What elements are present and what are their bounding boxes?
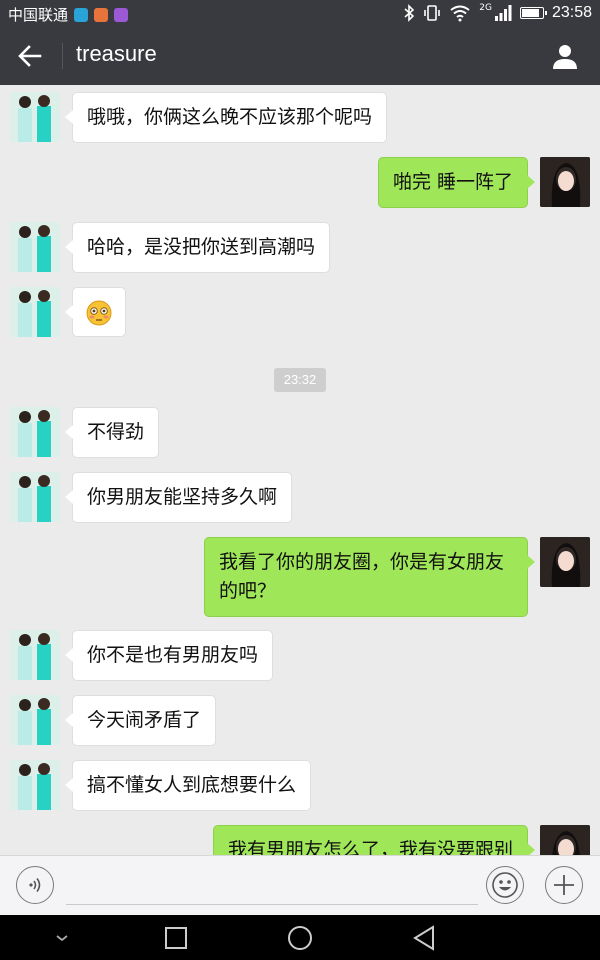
app-notification-icon: [74, 7, 89, 22]
app-notification-icon: [114, 7, 129, 22]
message-bubble-incoming[interactable]: 哈哈，是没把你送到高潮吗: [64, 222, 331, 273]
message-bubble-incoming[interactable]: 你不是也有男朋友吗: [64, 630, 274, 681]
voice-icon: [29, 878, 41, 892]
chevron-down-icon: [56, 935, 68, 942]
clock: 23:58: [551, 4, 592, 21]
input-bar: [0, 855, 600, 915]
status-right: 2G 23:58: [403, 3, 592, 22]
message-bubble-incoming[interactable]: 搞不懂女人到底想要什么: [64, 760, 312, 811]
message-bubble-outgoing[interactable]: 我有男朋友怎么了，我有没要跟别: [212, 825, 536, 855]
signal-icon: [494, 5, 512, 21]
message-row: 哈哈，是没把你送到高潮吗: [0, 222, 600, 274]
message-bubble-incoming[interactable]: 今天闹矛盾了: [64, 695, 217, 746]
person-icon: [553, 45, 577, 69]
message-row: 我有男朋友怎么了，我有没要跟别: [0, 825, 600, 855]
message-row: 我看了你的朋友圈，你是有女朋友 的吧？: [0, 537, 600, 617]
message-row: [0, 287, 600, 339]
message-bubble-incoming[interactable]: 不得劲: [64, 407, 160, 458]
carrier-label: 中国联通: [8, 6, 69, 24]
contact-avatar[interactable]: [10, 760, 60, 810]
bluetooth-icon: [404, 4, 415, 22]
hide-keyboard-button[interactable]: [47, 923, 77, 953]
message-bubble-incoming[interactable]: [65, 287, 126, 337]
contact-avatar[interactable]: [10, 407, 60, 457]
recent-apps-button[interactable]: [161, 923, 191, 953]
message-row: 搞不懂女人到底想要什么: [0, 760, 600, 812]
chat-area[interactable]: 哦哦，你俩这么晚不应该那个呢吗 啪完 睡一阵了 哈哈，是没把你送到高潮吗 23:…: [0, 85, 600, 855]
message-input[interactable]: [66, 868, 478, 905]
emoji-button[interactable]: [486, 866, 524, 904]
contact-info-button[interactable]: [548, 39, 582, 73]
message-line: 我看了你的朋友圈，你是有女朋友: [219, 551, 505, 573]
circle-icon: [288, 926, 312, 950]
triangle-back-icon: [413, 925, 434, 951]
message-row: 你不是也有男朋友吗: [0, 630, 600, 682]
message-bubble-incoming[interactable]: 哦哦，你俩这么晚不应该那个呢吗: [64, 92, 388, 143]
plus-icon: [554, 875, 574, 895]
title-divider: [62, 43, 63, 69]
more-options-button[interactable]: [545, 866, 583, 904]
home-button[interactable]: [285, 923, 315, 953]
contact-avatar[interactable]: [10, 92, 60, 142]
my-avatar[interactable]: [540, 157, 590, 207]
status-bar: 中国联通 2G 23:58: [0, 0, 600, 27]
message-bubble-incoming[interactable]: 你男朋友能坚持多久啊: [64, 472, 293, 523]
status-left: 中国联通: [8, 4, 129, 25]
back-button[interactable]: [12, 39, 48, 73]
message-bubble-outgoing[interactable]: 啪完 睡一阵了: [377, 157, 536, 208]
my-avatar[interactable]: [540, 825, 590, 855]
chat-title: treasure: [76, 41, 157, 66]
contact-avatar[interactable]: [10, 222, 60, 272]
contact-avatar[interactable]: [10, 287, 60, 337]
message-row: 不得劲: [0, 407, 600, 459]
message-row: 哦哦，你俩这么晚不应该那个呢吗: [0, 92, 600, 144]
app-notification-icon: [94, 7, 109, 22]
contact-avatar[interactable]: [10, 630, 60, 680]
contact-avatar[interactable]: [10, 472, 60, 522]
arrow-left-icon: [18, 45, 42, 67]
message-row: 今天闹矛盾了: [0, 695, 600, 747]
timestamp-divider: 23:32: [274, 368, 326, 392]
wifi-icon: [450, 5, 470, 22]
message-row: 啪完 睡一阵了: [0, 157, 600, 209]
message-line: 的吧？: [219, 580, 277, 602]
battery-icon: [519, 7, 547, 19]
system-nav-bar: [0, 915, 600, 960]
vibrate-icon: [424, 5, 441, 21]
contact-avatar[interactable]: [10, 695, 60, 745]
voice-input-button[interactable]: [16, 866, 54, 904]
smiley-icon: [492, 872, 518, 898]
message-bubble-outgoing[interactable]: 我看了你的朋友圈，你是有女朋友 的吧？: [204, 537, 535, 617]
square-icon: [165, 927, 187, 949]
back-nav-button[interactable]: [409, 923, 439, 953]
flushed-emoji-icon: [86, 300, 112, 326]
my-avatar[interactable]: [540, 537, 590, 587]
title-bar: treasure: [0, 27, 600, 85]
network-type: 2G: [479, 3, 492, 13]
message-row: 你男朋友能坚持多久啊: [0, 472, 600, 524]
